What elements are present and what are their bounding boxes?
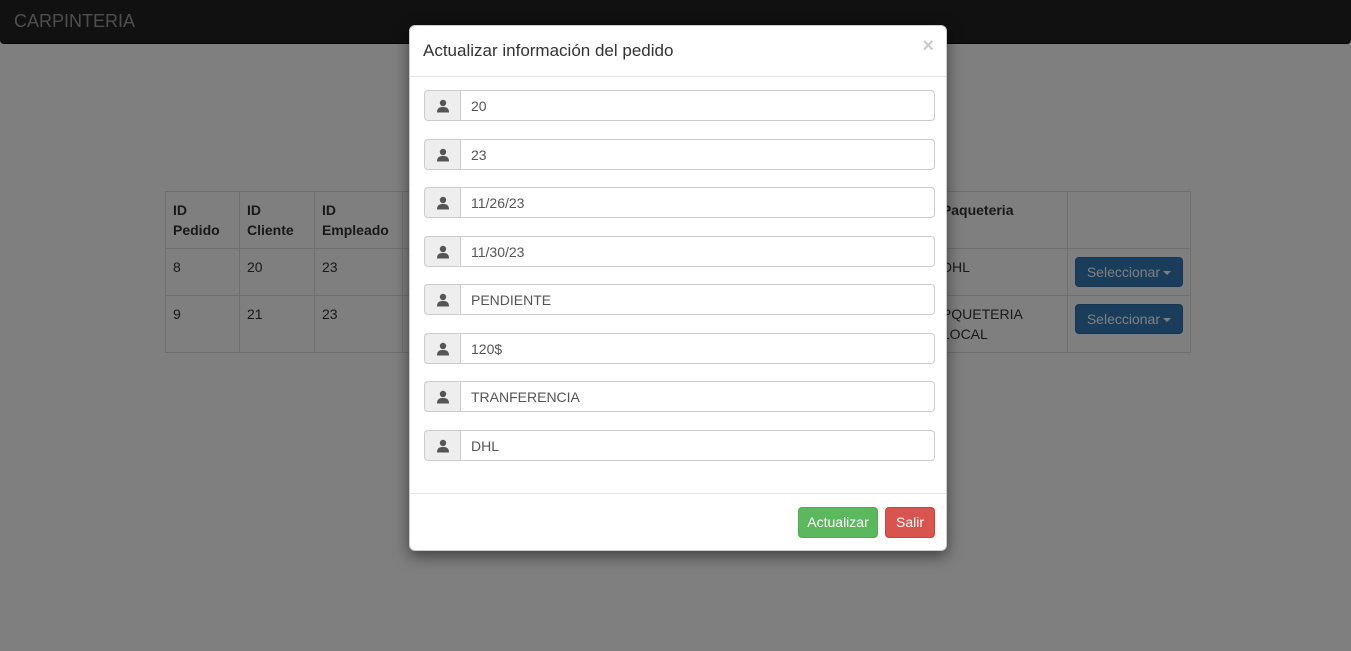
update-button[interactable]: Actualizar bbox=[798, 507, 878, 538]
user-icon bbox=[424, 187, 460, 218]
exit-button[interactable]: Salir bbox=[885, 507, 935, 538]
modal-header: Actualizar información del pedido × bbox=[410, 26, 946, 77]
field-group-paqueteria bbox=[424, 430, 935, 461]
field-input[interactable] bbox=[460, 333, 935, 364]
field-group-estado bbox=[424, 284, 935, 315]
user-icon bbox=[424, 90, 460, 121]
field-input[interactable] bbox=[460, 381, 935, 412]
user-icon bbox=[424, 381, 460, 412]
modal-title: Actualizar información del pedido bbox=[423, 41, 674, 60]
modal-footer: Actualizar Salir bbox=[410, 493, 946, 551]
user-icon bbox=[424, 284, 460, 315]
field-input[interactable] bbox=[460, 139, 935, 170]
field-group-fecha-pedido bbox=[424, 187, 935, 218]
field-input[interactable] bbox=[460, 236, 935, 267]
field-input[interactable] bbox=[460, 430, 935, 461]
field-group-fecha-entrega bbox=[424, 236, 935, 267]
user-icon bbox=[424, 430, 460, 461]
field-input[interactable] bbox=[460, 187, 935, 218]
update-order-modal: Actualizar información del pedido × 20 2… bbox=[409, 25, 947, 551]
user-icon bbox=[424, 333, 460, 364]
field-input[interactable] bbox=[460, 284, 935, 315]
user-icon bbox=[424, 236, 460, 267]
field-group-total bbox=[424, 333, 935, 364]
field-group-id-empleado bbox=[424, 139, 935, 170]
close-icon[interactable]: × bbox=[922, 36, 934, 56]
field-group-metodo-pago bbox=[424, 381, 935, 412]
field-input[interactable] bbox=[460, 90, 935, 121]
user-icon bbox=[424, 139, 460, 170]
field-group-id-cliente bbox=[424, 90, 935, 121]
